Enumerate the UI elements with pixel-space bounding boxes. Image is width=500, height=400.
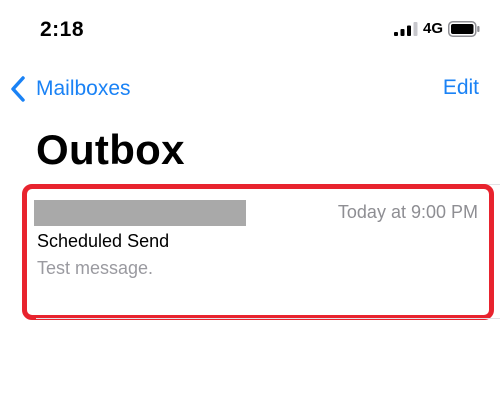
battery-icon bbox=[448, 21, 480, 37]
mail-app-screen: 2:18 4G Mailboxes Edit Outbox Today at 9… bbox=[0, 0, 500, 400]
status-bar: 2:18 4G bbox=[0, 0, 500, 60]
chevron-left-icon bbox=[11, 76, 25, 102]
sender-redacted bbox=[34, 200, 246, 226]
list-separator-bottom bbox=[36, 318, 500, 319]
mail-subject: Scheduled Send bbox=[37, 231, 170, 251]
network-type-label: 4G bbox=[423, 20, 444, 37]
edit-button[interactable]: Edit bbox=[443, 76, 479, 100]
back-button-label: Mailboxes bbox=[36, 77, 131, 100]
page-title: Outbox bbox=[36, 126, 185, 173]
mailboxes-back-button[interactable]: Mailboxes bbox=[10, 74, 131, 104]
mail-preview: Test message. bbox=[37, 258, 154, 278]
status-time: 2:18 bbox=[40, 18, 85, 41]
signal-icon bbox=[394, 22, 418, 36]
mail-date: Today at 9:00 PM bbox=[337, 202, 478, 222]
mail-list-item[interactable]: Today at 9:00 PM Scheduled Send Test mes… bbox=[22, 184, 494, 320]
